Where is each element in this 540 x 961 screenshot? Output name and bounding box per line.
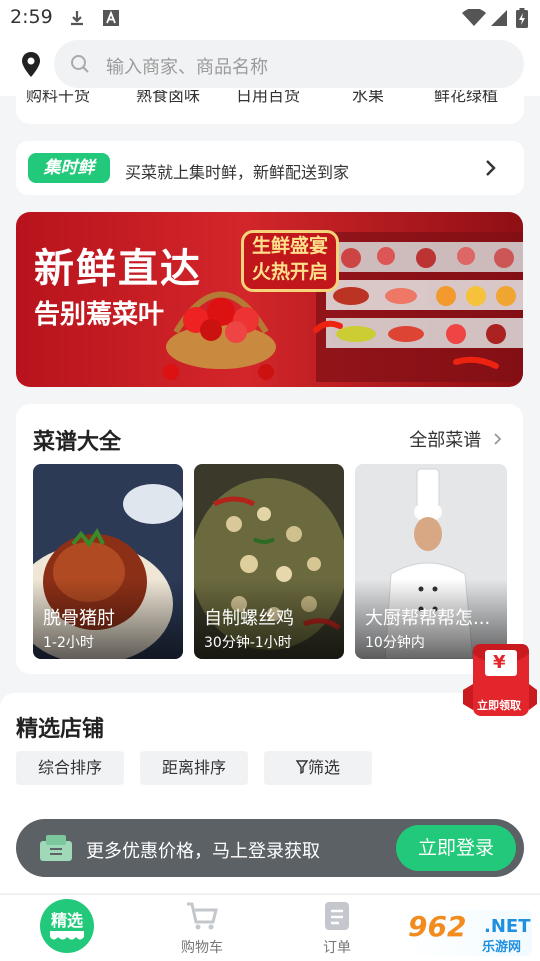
status-time: 2:59 (10, 6, 53, 28)
search-header: 输入商家、商品名称 (0, 36, 540, 96)
chevron-right-icon (484, 159, 496, 181)
filter-button[interactable]: 筛选 (264, 751, 372, 785)
red-packet-label: 立即领取 (477, 699, 521, 712)
download-icon (68, 9, 86, 27)
category-strip: 购料干货 熟食卤味 日用百货 水果 鲜花绿植 (16, 90, 524, 124)
search-placeholder: 输入商家、商品名称 (106, 57, 268, 78)
tab-cart[interactable]: 购物车 (157, 895, 247, 961)
watermark-cn: 乐游网 (482, 940, 522, 955)
recipes-card: 菜谱大全 全部菜谱 脱骨猪肘 1-2小时 自制螺丝鸡 30分钟-1小时 大厨帮帮… (16, 404, 523, 674)
banner-title: 新鲜直达 (34, 246, 202, 292)
funnel-icon (295, 760, 309, 775)
login-prompt-bar: 更多优惠价格，马上登录获取 立即登录 (16, 819, 524, 877)
tab-featured-label: 精选 (50, 911, 83, 930)
signal-icon (490, 9, 508, 27)
status-bar: 2:59 (0, 0, 540, 36)
watermark-number: 962 (408, 910, 467, 943)
watermark-logo: 962 .NET 乐游网 (402, 910, 532, 956)
coupon-icon (38, 835, 74, 867)
category-item[interactable]: 鲜花绿植 (426, 90, 506, 106)
store-awning-icon (50, 931, 84, 940)
recipe-time: 10分钟内 (365, 635, 425, 651)
recipe-card[interactable]: 大厨帮帮帮怎... 10分钟内 (355, 464, 507, 659)
wifi-icon (462, 9, 486, 27)
login-prompt-text: 更多优惠价格，马上登录获取 (86, 841, 320, 862)
recipes-title: 菜谱大全 (33, 430, 122, 455)
search-input[interactable]: 输入商家、商品名称 (54, 40, 524, 88)
brand-logo: 集时鲜 (28, 153, 110, 183)
battery-icon (516, 8, 528, 28)
stores-title: 精选店铺 (16, 717, 105, 742)
sort-distance-button[interactable]: 距离排序 (140, 751, 248, 785)
tab-featured[interactable]: 精选 (40, 899, 94, 953)
recipe-card[interactable]: 脱骨猪肘 1-2小时 (33, 464, 183, 659)
cart-icon (187, 902, 218, 930)
tab-orders[interactable]: 订单 (292, 895, 382, 961)
banner-subtitle: 告别蔫菜叶 (34, 300, 165, 330)
category-item[interactable]: 购料干货 (18, 90, 98, 106)
recipe-card[interactable]: 自制螺丝鸡 30分钟-1小时 (194, 464, 344, 659)
login-button[interactable]: 立即登录 (396, 825, 516, 871)
tab-orders-label: 订单 (323, 940, 351, 956)
yuan-symbol: ¥ (493, 652, 506, 673)
all-recipes-label: 全部菜谱 (409, 430, 482, 451)
filter-label: 筛选 (307, 758, 340, 777)
banner-badge: 生鲜盛宴 火热开启 (241, 230, 339, 292)
category-item[interactable]: 熟食卤味 (128, 90, 208, 106)
red-packet-float[interactable]: ¥ 立即领取 (463, 640, 537, 720)
location-pin-icon[interactable] (20, 51, 42, 83)
recipe-time: 30分钟-1小时 (204, 635, 292, 651)
all-recipes-link[interactable]: 全部菜谱 (409, 426, 503, 452)
promo-banner[interactable]: 新鲜直达 告别蔫菜叶 生鲜盛宴 火热开启 (16, 212, 523, 387)
chevron-right-icon (494, 433, 502, 445)
search-icon (70, 54, 90, 78)
promo-text: 买菜就上集时鲜，新鲜配送到家 (125, 163, 350, 182)
recipe-name: 大厨帮帮帮怎... (365, 608, 491, 629)
recipe-name: 脱骨猪肘 (43, 608, 115, 629)
sort-overall-button[interactable]: 综合排序 (16, 751, 124, 785)
category-item[interactable]: 日用百货 (228, 90, 308, 106)
recipe-time: 1-2小时 (43, 635, 94, 651)
banner-badge-line1: 生鲜盛宴 (251, 235, 328, 257)
category-item[interactable]: 水果 (328, 90, 408, 106)
orders-icon (325, 902, 349, 930)
promo-strip[interactable]: 集时鲜 买菜就上集时鲜，新鲜配送到家 (16, 141, 524, 195)
watermark-net: .NET (484, 916, 531, 937)
banner-badge-line2: 火热开启 (251, 261, 328, 283)
recipe-name: 自制螺丝鸡 (204, 608, 294, 629)
tab-cart-label: 购物车 (181, 940, 223, 956)
font-a-icon (102, 9, 120, 27)
